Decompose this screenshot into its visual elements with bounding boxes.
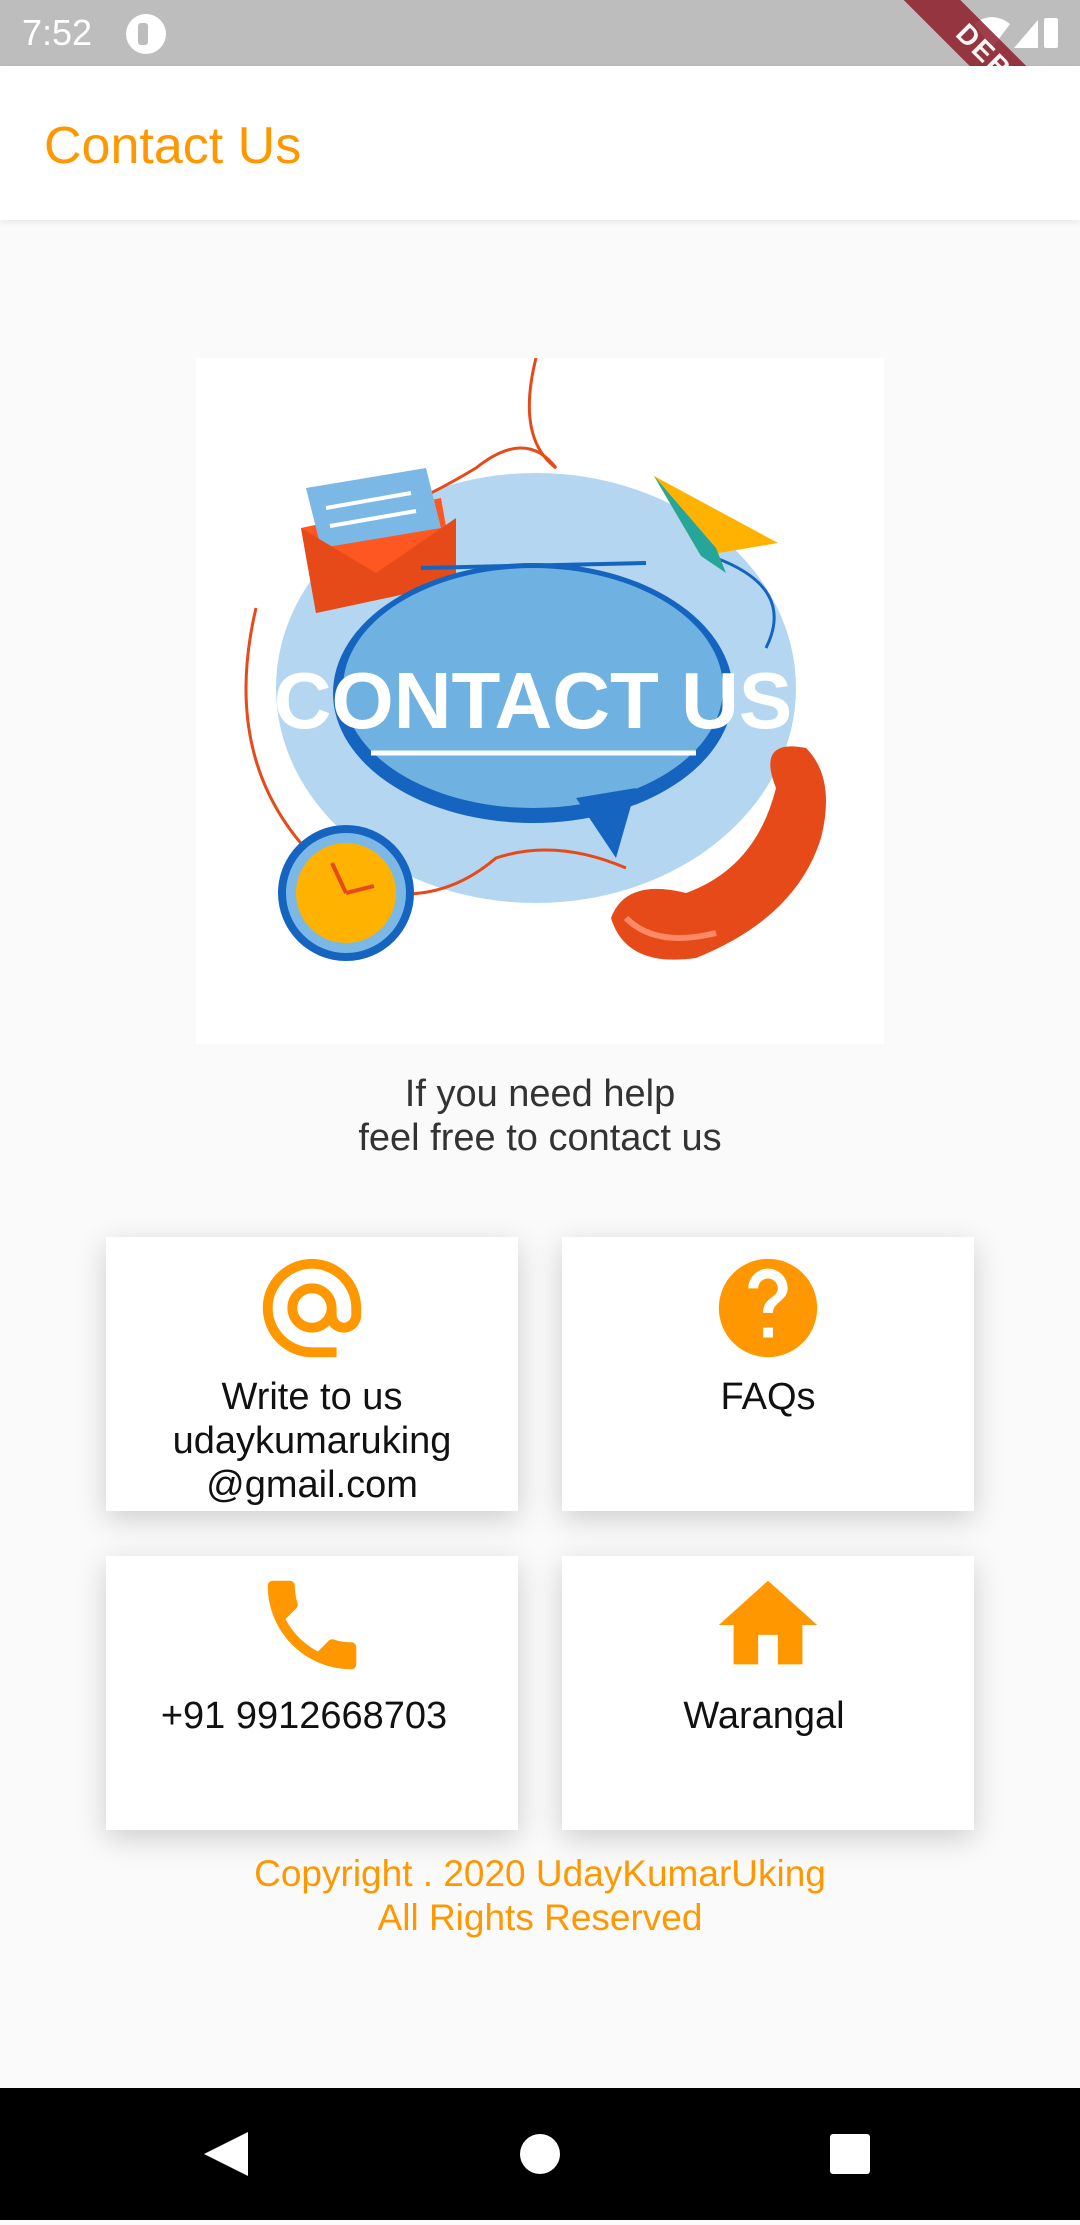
page-title: Contact Us <box>44 117 302 175</box>
recents-icon <box>830 2134 870 2174</box>
phone-icon <box>267 1580 357 1670</box>
phone-card[interactable]: +91 9912668703 <box>106 1556 518 1830</box>
app-bar: Contact Us <box>0 66 1080 220</box>
email-card-title: Write to us <box>221 1376 403 1418</box>
battery-icon <box>1044 18 1058 48</box>
faq-card[interactable]: FAQs <box>562 1237 974 1511</box>
back-icon <box>204 2132 248 2176</box>
copyright-line-2: All Rights Reserved <box>377 1897 703 1938</box>
signal-icon <box>1014 20 1038 48</box>
phone-number: +91 9912668703 <box>160 1695 448 1737</box>
location-label: Warangal <box>683 1695 845 1737</box>
banner-text: CONTACT US <box>274 656 792 745</box>
email-address-user: udaykumaruking <box>172 1420 452 1462</box>
help-text-line-1: If you need help <box>404 1073 676 1115</box>
at-icon <box>262 1258 362 1358</box>
help-icon <box>718 1258 818 1358</box>
faq-label: FAQs <box>720 1376 816 1418</box>
help-text-line-2: feel free to contact us <box>358 1117 722 1159</box>
clock-icon <box>278 825 414 961</box>
contact-us-illustration: CONTACT US <box>244 357 826 961</box>
status-bar: 7:52 DEBUG <box>0 0 1080 189</box>
contact-illustration: CONTACT US <box>196 357 884 1044</box>
system-navigation-bar <box>0 2088 1080 2220</box>
location-card[interactable]: Warangal <box>562 1556 974 1830</box>
status-time: 7:52 <box>22 12 93 53</box>
notification-app-icon <box>126 14 166 54</box>
home-circle-icon <box>520 2134 560 2174</box>
copyright-line-1: Copyright . 2020 UdayKumarUking <box>254 1853 826 1894</box>
home-icon <box>718 1580 818 1665</box>
email-card[interactable]: Write to us udaykumaruking @gmail.com <box>106 1237 518 1511</box>
email-address-domain: @gmail.com <box>206 1464 418 1506</box>
